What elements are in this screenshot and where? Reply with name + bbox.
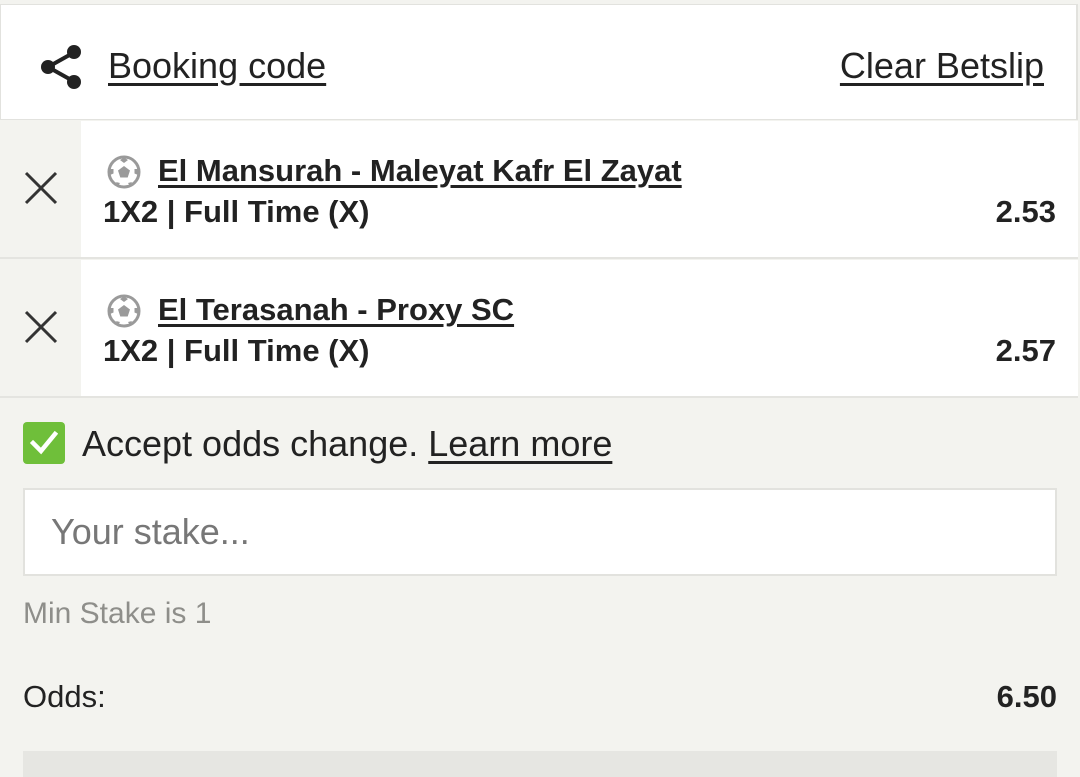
stake-input[interactable] — [23, 488, 1057, 576]
share-icon[interactable] — [37, 43, 85, 91]
selection-item: El Terasanah - Proxy SC 1X2 | Full Time … — [0, 260, 1078, 398]
match-link[interactable]: El Terasanah - Proxy SC — [158, 292, 514, 328]
remove-selection-button[interactable] — [0, 121, 81, 257]
checkmark-icon — [30, 430, 58, 455]
selection-details: El Terasanah - Proxy SC 1X2 | Full Time … — [81, 260, 1078, 396]
accept-odds-label: Accept odds change. — [82, 423, 419, 464]
accept-odds-checkbox[interactable] — [23, 422, 65, 464]
learn-more-link[interactable]: Learn more — [428, 423, 612, 464]
booking-code-link[interactable]: Booking code — [108, 45, 326, 87]
match-link[interactable]: El Mansurah - Maleyat Kafr El Zayat — [158, 153, 682, 189]
total-odds-label: Odds: — [23, 679, 106, 714]
close-icon — [24, 310, 58, 344]
market-label: 1X2 | Full Time (X) — [103, 194, 370, 229]
market-label: 1X2 | Full Time (X) — [103, 333, 370, 368]
betslip-header: Booking code Clear Betslip — [0, 4, 1078, 120]
total-odds-value: 6.50 — [996, 679, 1057, 714]
selection-odds: 2.57 — [995, 333, 1056, 368]
soccer-ball-icon — [107, 155, 141, 189]
accept-odds-text: Accept odds change. Learn more — [82, 423, 612, 465]
selection-item: El Mansurah - Maleyat Kafr El Zayat 1X2 … — [0, 121, 1078, 259]
betslip: Booking code Clear Betslip El Mansurah -… — [0, 0, 1080, 777]
min-stake-hint: Min Stake is 1 — [23, 597, 212, 630]
place-bet-button[interactable] — [23, 751, 1057, 777]
close-icon — [24, 171, 58, 205]
remove-selection-button[interactable] — [0, 260, 81, 396]
clear-betslip-link[interactable]: Clear Betslip — [840, 45, 1044, 87]
selection-odds: 2.53 — [995, 194, 1056, 229]
selection-details: El Mansurah - Maleyat Kafr El Zayat 1X2 … — [81, 121, 1078, 257]
soccer-ball-icon — [107, 294, 141, 328]
